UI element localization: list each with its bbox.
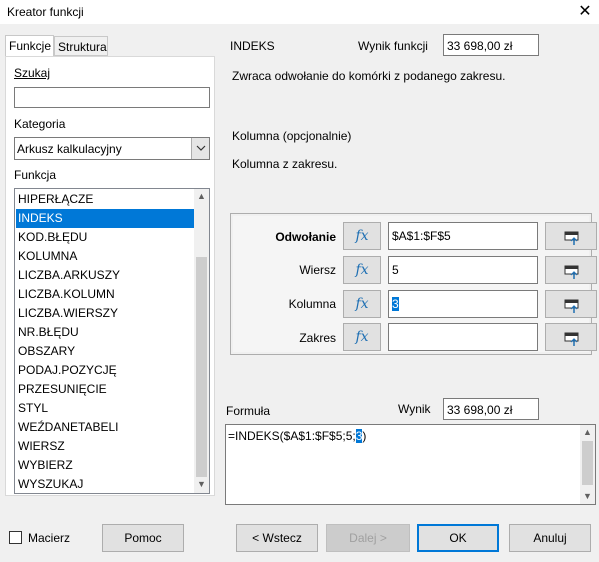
list-item[interactable]: WEŹDANETABELI — [16, 418, 194, 437]
fx-icon: fx — [355, 262, 369, 278]
scroll-up-icon[interactable]: ▲ — [580, 427, 595, 437]
function-list-scrollbar[interactable]: ▲ ▼ — [194, 189, 209, 493]
arg-label-reference: Odwołanie — [275, 230, 336, 244]
category-select[interactable]: Arkusz kalkulacyjny — [14, 137, 210, 160]
arg-label-column: Kolumna — [288, 297, 336, 311]
formula-editor[interactable]: =INDEKS($A$1:$F$5;5;3) ▲ ▼ — [225, 424, 596, 505]
list-item[interactable]: PODAJ.POZYCJĘ — [16, 361, 194, 380]
scroll-thumb[interactable] — [582, 441, 593, 485]
tab-functions[interactable]: Funkcje — [5, 35, 54, 57]
category-dropdown-button[interactable] — [191, 138, 209, 159]
formula-label: Formuła — [226, 404, 271, 418]
fx-icon: fx — [355, 228, 369, 244]
shrink-icon — [564, 299, 579, 313]
function-label: Funkcja — [14, 168, 57, 182]
fx-button-row[interactable]: fx — [343, 256, 381, 284]
arg-field-reference[interactable]: $A$1:$F$5 — [388, 222, 538, 250]
search-input[interactable] — [14, 87, 210, 108]
shrink-icon — [564, 265, 579, 279]
shrink-button-reference[interactable] — [545, 222, 597, 250]
shrink-button-column[interactable] — [545, 290, 597, 318]
cancel-button[interactable]: Anuluj — [509, 524, 591, 552]
scroll-down-icon[interactable]: ▼ — [194, 479, 209, 489]
list-item[interactable]: KOLUMNA — [16, 247, 194, 266]
result-field: 33 698,00 zł — [443, 34, 539, 56]
arg-field-column[interactable]: 3 — [388, 290, 538, 318]
formula-prefix: =INDEKS($A$1:$F$5;5; — [228, 429, 356, 443]
list-item[interactable]: PRZESUNIĘCIE — [16, 380, 194, 399]
help-button[interactable]: Pomoc — [102, 524, 184, 552]
category-label: Kategoria — [14, 117, 66, 131]
arg-field-range[interactable] — [388, 323, 538, 351]
array-label: Macierz — [28, 531, 71, 545]
list-item[interactable]: STYL — [16, 399, 194, 418]
list-item-selected[interactable]: INDEKS — [16, 209, 194, 228]
ok-button[interactable]: OK — [417, 524, 499, 552]
chevron-down-icon — [196, 145, 206, 151]
search-label: Szukaj — [14, 66, 51, 80]
list-item[interactable]: WYSZUKAJ — [16, 475, 194, 493]
formula-text: =INDEKS($A$1:$F$5;5;3) — [228, 429, 366, 443]
function-description: Zwraca odwołanie do komórki z podanego z… — [232, 69, 506, 83]
formula-suffix: ) — [362, 429, 367, 443]
title-bar — [0, 0, 599, 24]
argument-description: Kolumna z zakresu. — [232, 157, 338, 171]
scroll-down-icon[interactable]: ▼ — [580, 491, 595, 501]
shrink-icon — [564, 231, 579, 245]
category-value: Arkusz kalkulacyjny — [17, 142, 122, 156]
function-name: INDEKS — [230, 39, 275, 53]
list-item[interactable]: KOD.BŁĘDU — [16, 228, 194, 247]
arg-label-row: Wiersz — [299, 263, 336, 277]
list-item[interactable]: NR.BŁĘDU — [16, 323, 194, 342]
list-item[interactable]: WYBIERZ — [16, 456, 194, 475]
arg-label-range: Zakres — [299, 331, 336, 345]
formula-result-field: 33 698,00 zł — [443, 398, 539, 420]
fx-icon: fx — [355, 296, 369, 312]
array-checkbox[interactable] — [9, 531, 22, 544]
shrink-button-row[interactable] — [545, 256, 597, 284]
arg-field-row[interactable]: 5 — [388, 256, 538, 284]
list-item[interactable]: LICZBA.ARKUSZY — [16, 266, 194, 285]
list-item[interactable]: OBSZARY — [16, 342, 194, 361]
tab-structure[interactable]: Struktura — [54, 36, 108, 56]
fx-button-range[interactable]: fx — [343, 323, 381, 351]
next-button[interactable]: Dalej > — [326, 524, 410, 552]
list-item[interactable]: HIPERŁĄCZE — [16, 190, 194, 209]
fx-button-column[interactable]: fx — [343, 290, 381, 318]
formula-scrollbar[interactable]: ▲ ▼ — [580, 425, 595, 504]
scroll-thumb[interactable] — [196, 257, 207, 477]
shrink-icon — [564, 332, 579, 346]
list-item[interactable]: LICZBA.WIERSZY — [16, 304, 194, 323]
list-item[interactable]: WIERSZ — [16, 437, 194, 456]
scroll-up-icon[interactable]: ▲ — [194, 191, 209, 201]
function-list[interactable]: HIPERŁĄCZE INDEKS KOD.BŁĘDU KOLUMNA LICZ… — [14, 188, 210, 494]
back-button[interactable]: < Wstecz — [236, 524, 318, 552]
fx-icon: fx — [355, 329, 369, 345]
argument-title: Kolumna (opcjonalnie) — [232, 129, 352, 143]
shrink-button-range[interactable] — [545, 323, 597, 351]
window-title: Kreator funkcji — [7, 5, 84, 19]
arg-field-column-value: 3 — [392, 297, 399, 311]
fx-button-reference[interactable]: fx — [343, 222, 381, 250]
close-icon[interactable]: ✕ — [575, 2, 595, 22]
result-label: Wynik funkcji — [358, 39, 428, 53]
list-item[interactable]: LICZBA.KOLUMN — [16, 285, 194, 304]
formula-result-label: Wynik — [398, 402, 431, 416]
